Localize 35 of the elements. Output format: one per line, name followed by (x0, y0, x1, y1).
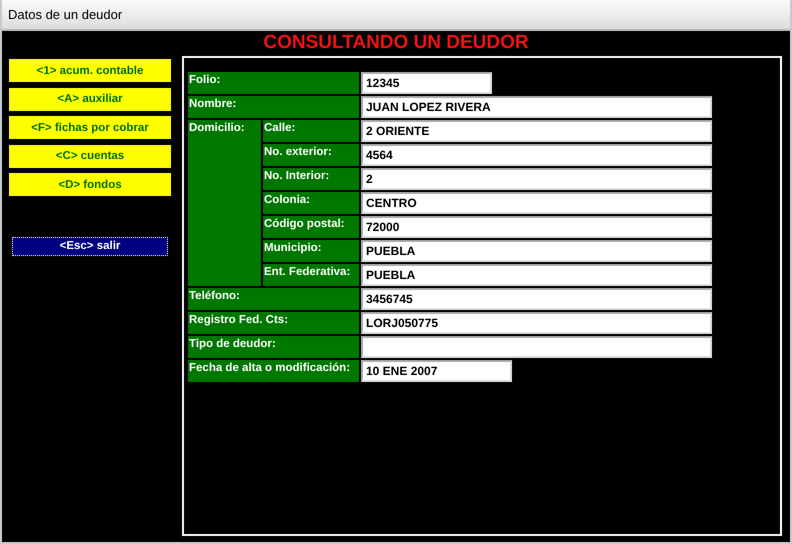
menu-button[interactable]: <A> auxiliar (9, 88, 171, 110)
field-label: Teléfono: (188, 288, 359, 310)
form-heading: CONSULTANDO UN DEUDOR (262, 31, 530, 55)
field-label: Código postal: (263, 216, 359, 238)
menu-button[interactable]: <D> fondos (9, 173, 171, 196)
field-label: No. Interior: (263, 168, 359, 190)
field-label: Fecha de alta o modificación: (188, 360, 359, 382)
field-label: Domicilio: (188, 120, 261, 286)
field-label: Municipio: (263, 240, 359, 262)
field-label: Folio: (188, 72, 359, 94)
field-label: Ent. Federativa: (263, 264, 359, 286)
input-field[interactable]: 2 (361, 168, 712, 190)
input-field[interactable]: PUEBLA (361, 264, 712, 286)
input-field[interactable]: 3456745 (361, 288, 712, 310)
menu-button[interactable]: <1> acum. contable (9, 59, 171, 82)
menu-button[interactable]: <C> cuentas (9, 144, 171, 168)
input-field[interactable]: 10 ENE 2007 (361, 360, 512, 382)
field-label: No. exterior: (263, 144, 359, 166)
input-field[interactable]: 12345 (361, 72, 492, 94)
input-field[interactable]: 2 ORIENTE (361, 120, 712, 142)
input-field[interactable] (361, 336, 712, 358)
field-label: Registro Fed. Cts: (188, 312, 359, 334)
input-field[interactable]: PUEBLA (361, 240, 712, 262)
field-label: Nombre: (188, 96, 359, 118)
input-field[interactable]: LORJ050775 (361, 312, 712, 334)
input-field[interactable]: 72000 (361, 216, 712, 238)
field-label: Tipo de deudor: (188, 336, 359, 358)
field-label: Calle: (263, 120, 359, 142)
input-field[interactable]: CENTRO (361, 192, 712, 214)
menu-button[interactable]: <F> fichas por cobrar (9, 116, 171, 139)
input-field[interactable]: 4564 (361, 144, 712, 166)
window-title: Datos de un deudor (8, 7, 122, 22)
exit-button[interactable]: <Esc> salir (12, 236, 168, 256)
input-field[interactable]: JUAN LOPEZ RIVERA (361, 96, 712, 118)
field-label: Colonia: (263, 192, 359, 214)
